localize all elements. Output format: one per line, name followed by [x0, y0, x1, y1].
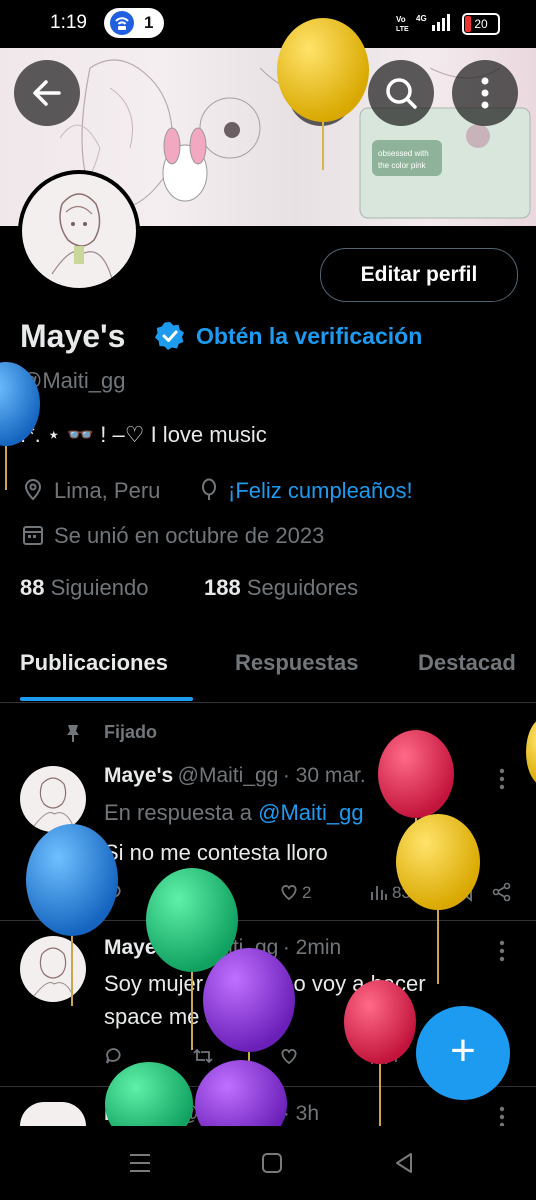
- svg-text:4G: 4G: [416, 14, 427, 23]
- reply-icon[interactable]: [104, 882, 124, 907]
- post-more-icon[interactable]: [494, 1104, 510, 1126]
- calendar-icon: [22, 523, 44, 552]
- repost-icon[interactable]: [192, 1046, 214, 1071]
- svg-text:the color pink: the color pink: [378, 161, 427, 170]
- svg-text:obsessed with: obsessed with: [378, 149, 429, 158]
- svg-text:LTE: LTE: [396, 26, 409, 33]
- followers-label: Seguidores: [246, 575, 359, 600]
- reply-prefix: En respuesta a: [104, 800, 252, 825]
- post-author-name[interactable]: Maye's: [104, 936, 173, 959]
- followers-count: 188: [204, 575, 241, 600]
- following-label: Siguiendo: [50, 575, 149, 600]
- reply-icon[interactable]: [104, 1046, 124, 1071]
- verified-badge-icon: [154, 320, 186, 357]
- more-vertical-icon: [481, 77, 489, 109]
- notification-icon: [110, 11, 134, 35]
- profile-tabs: Publicaciones Respuestas Destacad: [0, 640, 536, 703]
- tab-posts[interactable]: Publicaciones: [20, 650, 168, 676]
- avatar-artwork: [51, 193, 113, 280]
- post-avatar[interactable]: [20, 1102, 86, 1126]
- profile-bio: .*. ⋆ 👓 ! –♡ I love music: [20, 422, 267, 447]
- reply-to-link[interactable]: @Maiti_gg: [258, 800, 364, 825]
- like-icon[interactable]: [279, 882, 299, 907]
- post-time: · 2min: [282, 936, 342, 959]
- like-count: 2: [302, 883, 312, 902]
- profile-joined: Se unió en octubre de 2023: [54, 523, 325, 548]
- post-time: · 30 mar.: [282, 764, 366, 787]
- edit-profile-button[interactable]: Editar perfil: [320, 248, 518, 302]
- views-icon[interactable]: [370, 1046, 388, 1071]
- pin-icon: [62, 722, 84, 749]
- repost-icon[interactable]: [192, 882, 214, 907]
- post-author-name[interactable]: Maye's: [104, 1102, 173, 1125]
- post-author-handle[interactable]: @Maiti_gg: [178, 936, 279, 959]
- post-divider: [0, 920, 536, 921]
- reply-context: En respuesta a @Maiti_gg: [104, 800, 364, 826]
- bookmark-icon[interactable]: [456, 882, 474, 907]
- tab-replies[interactable]: Respuestas: [235, 650, 359, 676]
- pinned-label: Fijado: [104, 722, 157, 742]
- views-icon[interactable]: [370, 882, 388, 907]
- following-count: 88: [20, 575, 45, 600]
- balloon-red: [378, 730, 454, 860]
- profile-avatar[interactable]: [18, 170, 140, 292]
- status-bar: 1:19 1 Vo LTE 4G 20: [0, 0, 536, 48]
- post-header: Maye's @Maiti_gg · 30 mar.: [104, 764, 366, 788]
- notification-pill[interactable]: 1: [104, 8, 164, 38]
- home-icon[interactable]: [260, 1151, 284, 1180]
- views-count: 7: [392, 1047, 402, 1066]
- post-author-handle[interactable]: @Maiti_gg: [178, 764, 279, 787]
- like-icon[interactable]: [279, 1046, 299, 1071]
- circle-slash-icon: [307, 79, 335, 107]
- system-nav-bar: [0, 1126, 536, 1200]
- search-icon: [386, 78, 417, 109]
- status-time: 1:19: [50, 12, 87, 33]
- profile-name: Maye's: [20, 318, 126, 354]
- post-text-line-2: space me dormí: [104, 1004, 262, 1029]
- get-verified-link[interactable]: Obtén la verificación: [196, 323, 422, 350]
- post-avatar[interactable]: [20, 766, 86, 832]
- location-icon: [22, 478, 44, 507]
- post-actions: 7: [104, 1046, 404, 1070]
- battery-icon: 20: [462, 13, 500, 35]
- more-button[interactable]: [452, 60, 518, 126]
- followers-link[interactable]: 188 Seguidores: [204, 575, 358, 601]
- network-indicator: Vo LTE 4G: [396, 13, 452, 36]
- birthday-link[interactable]: ¡Feliz cumpleaños!: [228, 478, 413, 504]
- balloon-icon: [198, 478, 220, 507]
- following-link[interactable]: 88 Siguiendo: [20, 575, 148, 601]
- post-header: Maye's @Maiti_gg · 2min: [104, 936, 341, 960]
- active-tab-indicator: [20, 697, 193, 701]
- post-more-icon[interactable]: [494, 766, 510, 797]
- post-header: Maye's @Maiti_gg · 3h: [104, 1102, 319, 1126]
- views-count: 838: [392, 883, 421, 902]
- battery-level: 20: [474, 17, 488, 31]
- svg-text:Vo: Vo: [396, 15, 406, 24]
- share-icon[interactable]: [492, 882, 512, 907]
- recents-icon[interactable]: [128, 1151, 152, 1180]
- post-more-icon[interactable]: [494, 938, 510, 969]
- compose-post-button[interactable]: +: [416, 1006, 510, 1100]
- post-author-handle[interactable]: @Maiti_gg: [178, 1102, 279, 1125]
- profile-handle: @Maiti_gg: [20, 368, 126, 393]
- post-time: · 3h: [282, 1102, 320, 1125]
- post-text-line-1: Soy mujer miento no voy a hacer: [104, 971, 426, 996]
- post-author-name[interactable]: Maye's: [104, 764, 173, 787]
- balloon-yellow-right: [526, 721, 536, 783]
- profile-location: Lima, Peru: [54, 478, 161, 503]
- tab-highlights[interactable]: Destacad: [418, 650, 516, 676]
- post-actions: 2 838: [104, 882, 514, 906]
- back-nav-icon[interactable]: [392, 1151, 416, 1180]
- post-avatar[interactable]: [20, 936, 86, 1002]
- grok-button[interactable]: [288, 60, 354, 126]
- search-button[interactable]: [368, 60, 434, 126]
- back-button[interactable]: [14, 60, 80, 126]
- post-text: Si no me contesta lloro: [104, 840, 328, 865]
- arrow-left-icon: [33, 80, 61, 106]
- notification-count: 1: [144, 13, 154, 32]
